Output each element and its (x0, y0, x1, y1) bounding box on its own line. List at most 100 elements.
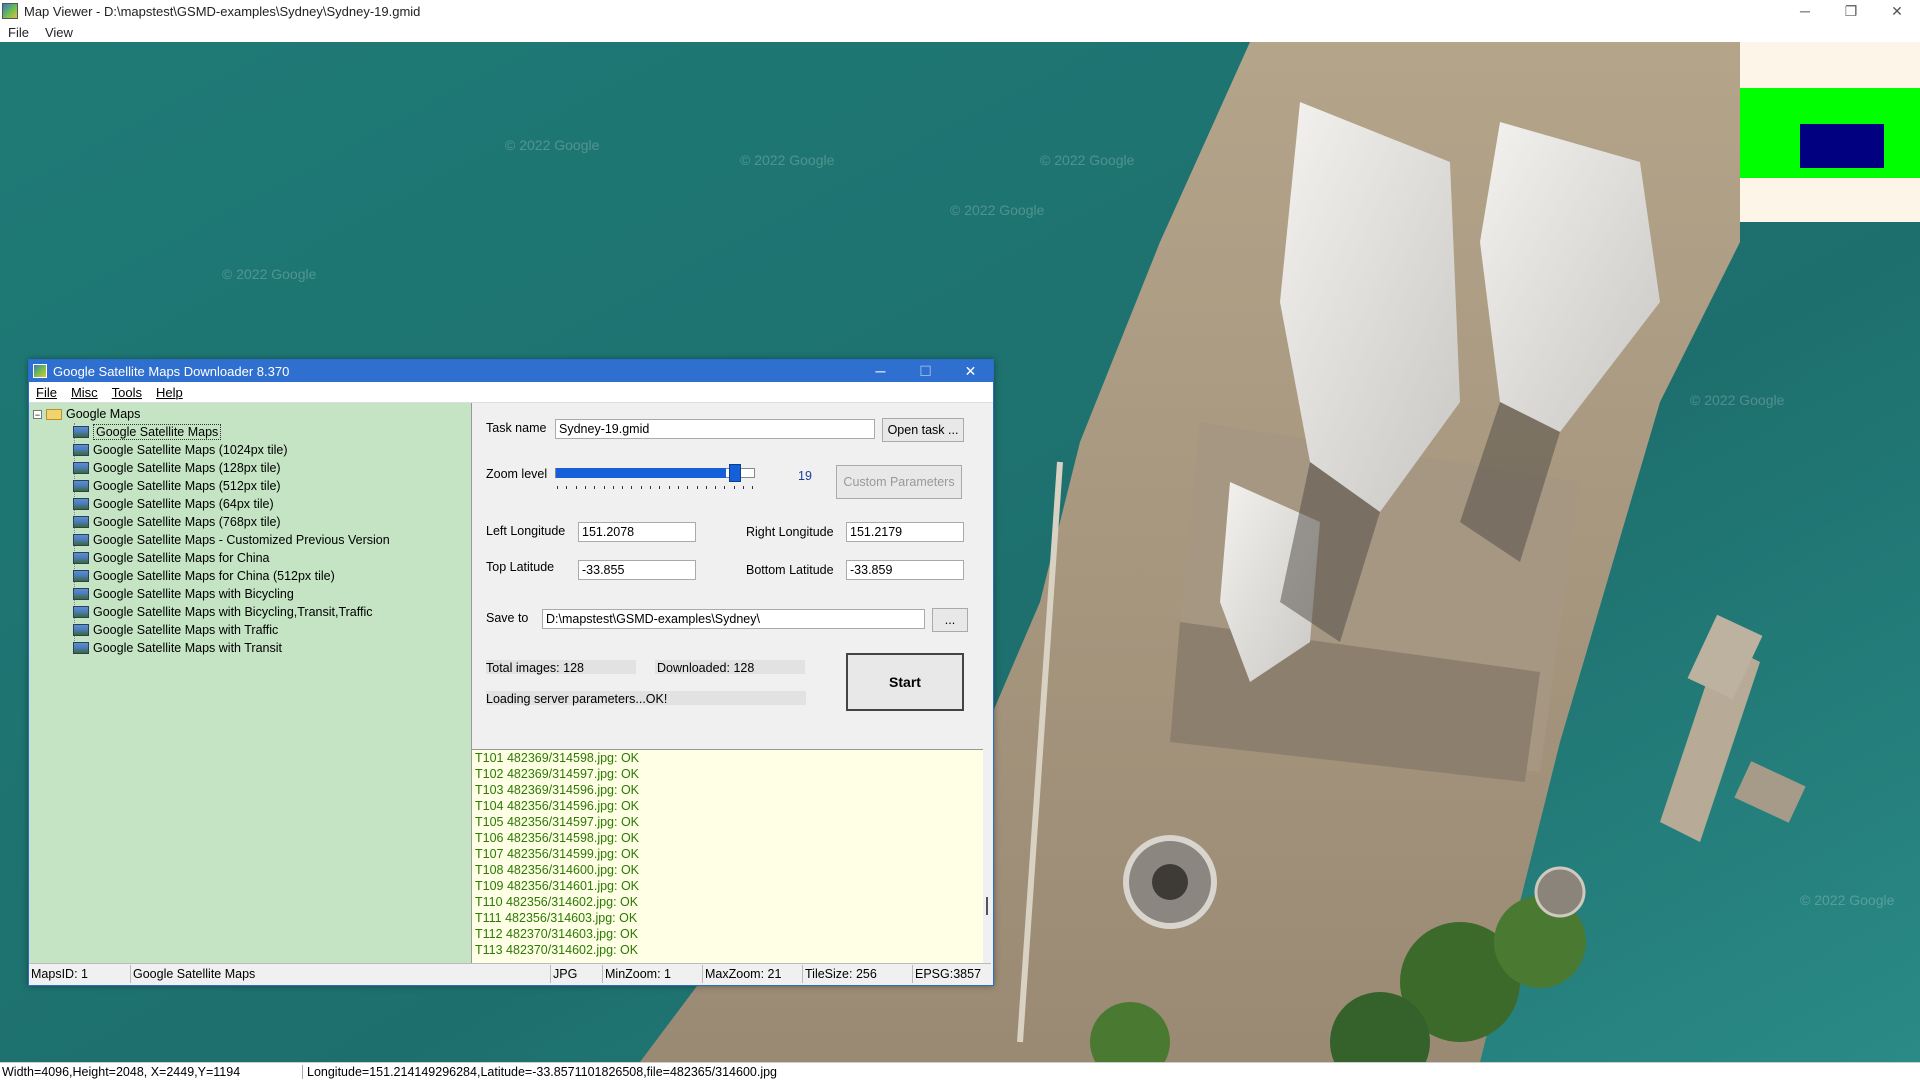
dialog-menu-misc[interactable]: Misc (64, 385, 105, 400)
menu-view[interactable]: View (37, 25, 81, 40)
status-message: Loading server parameters...OK! (486, 692, 668, 706)
downloaded-text: Downloaded: 128 (657, 661, 755, 675)
tree-item[interactable]: Google Satellite Maps for China (73, 549, 269, 567)
tree-item-label: Google Satellite Maps with Bicycling (93, 587, 294, 601)
dialog-close-button[interactable]: ✕ (948, 360, 993, 382)
settings-panel: Task name Sydney-19.gmid Open task ... Z… (472, 403, 991, 723)
status-maps-id: MapsID: 1 (29, 965, 131, 983)
right-longitude-input[interactable]: 151.2179 (846, 522, 964, 542)
tree-item[interactable]: Google Satellite Maps (73, 423, 222, 441)
log-line: T102 482369/314597.jpg: OK (475, 767, 640, 781)
task-name-input[interactable]: Sydney-19.gmid (555, 419, 875, 439)
log-line: T112 482370/314603.jpg: OK (475, 927, 639, 941)
slider-tick (557, 486, 558, 489)
log-line: T109 482356/314601.jpg: OK (475, 879, 640, 893)
dialog-menu-tools[interactable]: Tools (105, 385, 149, 400)
slider-tick (603, 486, 605, 489)
log-line: T107 482356/314599.jpg: OK (475, 847, 640, 861)
overview-viewport-box[interactable] (1800, 124, 1884, 168)
status-bar: Width=4096,Height=2048, X=2449,Y=1194 Lo… (0, 1062, 1920, 1080)
tree-item-label: Google Satellite Maps with Bicycling,Tra… (93, 605, 373, 619)
left-longitude-input[interactable]: 151.2078 (578, 522, 696, 542)
custom-parameters-button[interactable]: Custom Parameters (836, 465, 962, 499)
overview-minimap[interactable] (1740, 42, 1920, 222)
tree-root-google-maps[interactable]: − Google Maps (33, 405, 140, 423)
log-line: T110 482356/314602.jpg: OK (475, 895, 639, 909)
map-icon (73, 480, 89, 492)
slider-tick (640, 486, 642, 489)
tree-item-label: Google Satellite Maps with Traffic (93, 623, 279, 637)
tree-item[interactable]: Google Satellite Maps with Transit (73, 639, 282, 657)
map-viewer-window: Map Viewer - D:\mapstest\GSMD-examples\S… (0, 0, 1920, 1080)
tree-item[interactable]: Google Satellite Maps (1024px tile) (73, 441, 288, 459)
log-line: T111 482356/314603.jpg: OK (475, 911, 638, 925)
map-icon (73, 552, 89, 564)
dialog-maximize-button[interactable]: ☐ (903, 360, 948, 382)
download-log[interactable]: T101 482369/314598.jpg: OK T102 482369/3… (472, 749, 983, 964)
status-coordinates: Longitude=151.214149296284,Latitude=-33.… (307, 1065, 778, 1079)
right-longitude-label: Right Longitude (746, 525, 834, 539)
slider-tick (584, 486, 586, 489)
log-line: T103 482369/314596.jpg: OK (475, 783, 640, 797)
save-to-label: Save to (486, 611, 529, 625)
dialog-app-icon (33, 364, 47, 378)
tree-item-label: Google Satellite Maps for China (93, 551, 270, 565)
map-icon (73, 498, 89, 510)
menu-file[interactable]: File (0, 25, 37, 40)
browse-folder-button[interactable]: ... (932, 608, 968, 632)
dialog-status-bar: MapsID: 1 Google Satellite Maps JPG MinZ… (29, 963, 991, 984)
tree-item[interactable]: Google Satellite Maps with Traffic (73, 621, 278, 639)
tree-item[interactable]: Google Satellite Maps (128px tile) (73, 459, 281, 477)
dialog-menu-help[interactable]: Help (149, 385, 190, 400)
map-icon (73, 606, 89, 618)
dialog-title-bar: Google Satellite Maps Downloader 8.370 ─… (29, 360, 993, 382)
bottom-latitude-input[interactable]: -33.859 (846, 560, 964, 580)
top-latitude-input[interactable]: -33.855 (578, 560, 696, 580)
watermark-text: © 2022 Google (1800, 892, 1895, 908)
tree-item[interactable]: Google Satellite Maps for China (512px t… (73, 567, 335, 585)
watermark-text: © 2022 Google (222, 266, 317, 282)
tree-item[interactable]: Google Satellite Maps (512px tile) (73, 477, 281, 495)
tree-item[interactable]: Google Satellite Maps (768px tile) (73, 513, 281, 531)
restore-button[interactable]: ❐ (1828, 0, 1874, 22)
zoom-slider-fill (556, 468, 726, 478)
tree-item[interactable]: Google Satellite Maps with Bicycling,Tra… (73, 603, 373, 621)
dialog-title: Google Satellite Maps Downloader 8.370 (53, 363, 290, 379)
total-images-text: Total images: 128 (486, 661, 584, 675)
log-line: T108 482356/314600.jpg: OK (475, 863, 640, 877)
log-scrollbar[interactable] (983, 749, 991, 963)
save-to-input[interactable]: D:\mapstest\GSMD-examples\Sydney\ (542, 609, 925, 629)
tree-item-label: Google Satellite Maps with Transit (93, 641, 282, 655)
task-name-label: Task name (486, 421, 547, 435)
tree-item-label: Google Satellite Maps for China (512px t… (93, 569, 335, 583)
watermark-text: © 2022 Google (1040, 152, 1135, 168)
tree-item[interactable]: Google Satellite Maps (64px tile) (73, 495, 274, 513)
left-longitude-label: Left Longitude (486, 524, 566, 538)
tree-item[interactable]: Google Satellite Maps with Bicycling (73, 585, 294, 603)
slider-tick (612, 486, 614, 489)
map-icon (73, 462, 89, 474)
log-line: T113 482370/314602.jpg: OK (475, 943, 639, 957)
close-button[interactable]: ✕ (1874, 0, 1920, 22)
tree-item[interactable]: Google Satellite Maps - Customized Previ… (73, 531, 390, 549)
start-button[interactable]: Start (846, 653, 964, 711)
log-scrollbar-thumb[interactable] (986, 897, 988, 915)
collapse-icon[interactable]: − (33, 409, 42, 419)
tree-item-label: Google Satellite Maps (512px tile) (93, 479, 281, 493)
dialog-minimize-button[interactable]: ─ (858, 360, 903, 382)
zoom-slider-thumb[interactable] (729, 464, 741, 482)
log-line: T106 482356/314598.jpg: OK (475, 831, 640, 845)
map-icon (73, 426, 89, 438)
status-max-zoom: MaxZoom: 21 (703, 965, 803, 983)
slider-tick (575, 486, 577, 489)
downloader-dialog: Google Satellite Maps Downloader 8.370 ─… (28, 359, 994, 986)
dialog-menu-file[interactable]: File (29, 385, 64, 400)
watermark-text: © 2022 Google (740, 152, 835, 168)
slider-tick (631, 486, 633, 489)
minimize-button[interactable]: ─ (1782, 0, 1828, 22)
open-task-button[interactable]: Open task ... (882, 418, 964, 442)
log-line: T105 482356/314597.jpg: OK (475, 815, 640, 829)
zoom-level-label: Zoom level (486, 467, 548, 481)
log-line: T104 482356/314596.jpg: OK (475, 799, 640, 813)
map-type-tree[interactable]: − Google Maps Google Satellite Maps Goog… (29, 403, 472, 963)
